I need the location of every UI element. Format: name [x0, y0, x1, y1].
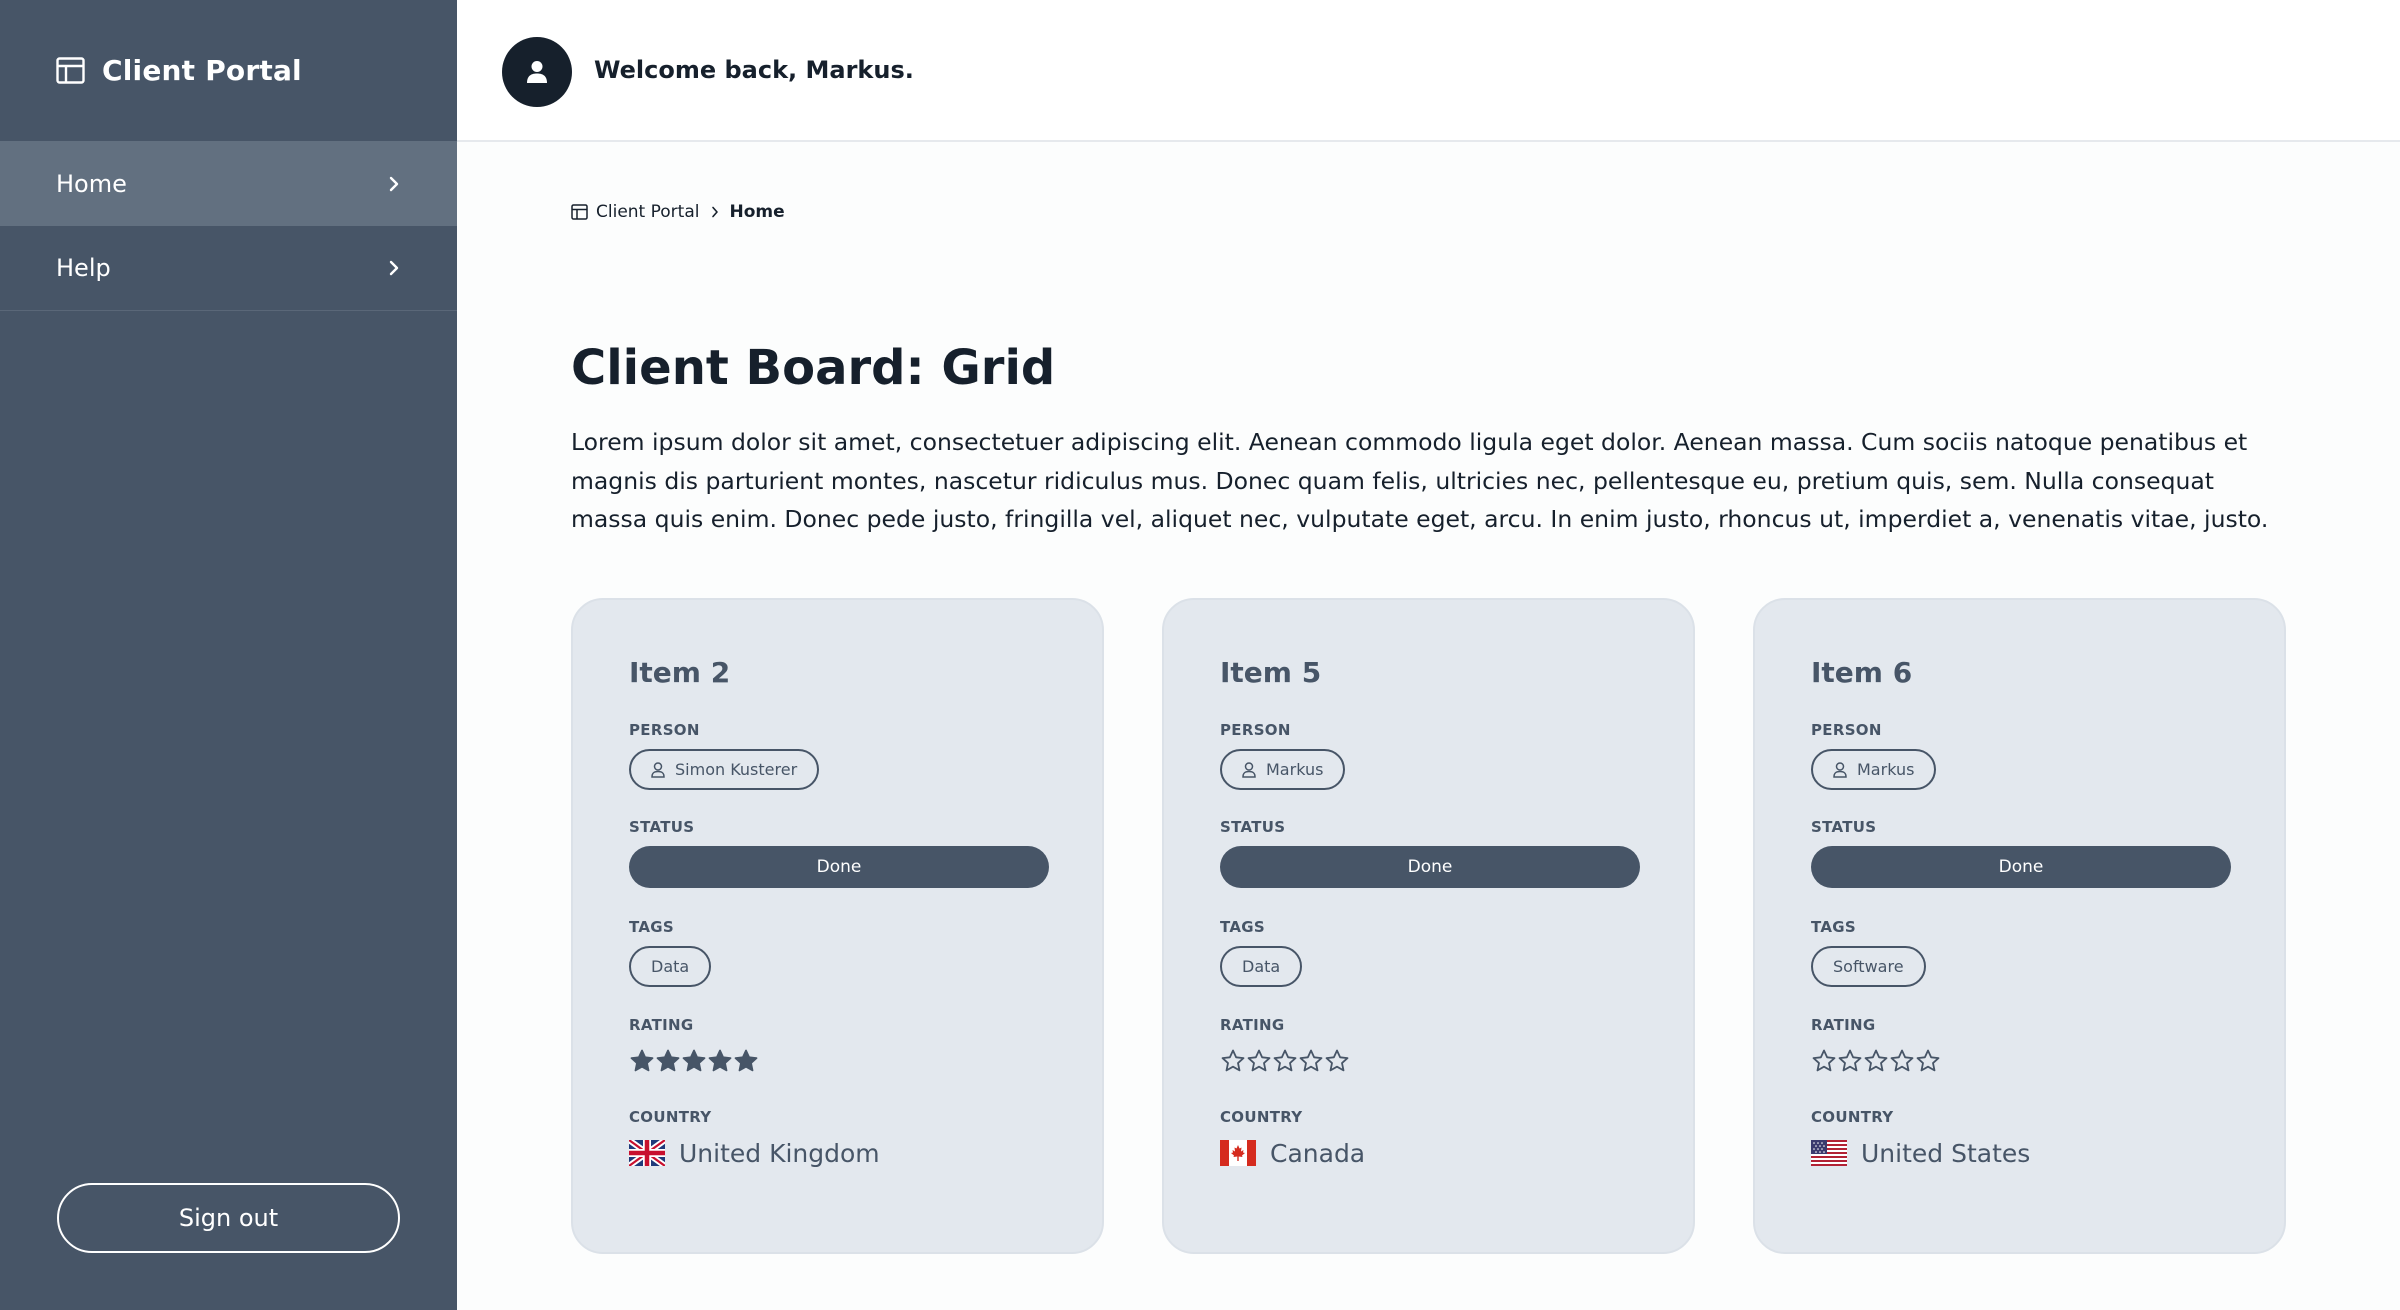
- sign-out-button[interactable]: Sign out: [57, 1183, 400, 1253]
- star-filled-icon[interactable]: [681, 1048, 707, 1074]
- person-label: PERSON: [629, 721, 700, 739]
- star-outline-icon[interactable]: [1298, 1048, 1324, 1074]
- star-outline-icon[interactable]: [1324, 1048, 1350, 1074]
- country-value: Canada: [1220, 1138, 1637, 1168]
- star-outline-icon[interactable]: [1889, 1048, 1915, 1074]
- breadcrumb-current: Home: [729, 202, 785, 222]
- star-filled-icon[interactable]: [733, 1048, 759, 1074]
- card-title: Item 2: [629, 656, 731, 689]
- tags-label: TAGS: [1220, 918, 1265, 936]
- top-header: Welcome back, Markus.: [457, 0, 2400, 142]
- item-card[interactable]: Item 2 PERSON Simon Kusterer STATUS Done…: [571, 598, 1104, 1254]
- intro-text: Lorem ipsum dolor sit amet, consectetuer…: [571, 428, 2269, 533]
- card-title: Item 5: [1220, 656, 1322, 689]
- avatar[interactable]: [502, 37, 572, 107]
- rating-label: RATING: [629, 1016, 694, 1034]
- star-rating: [629, 1047, 1046, 1075]
- card-title: Item 6: [1811, 656, 1913, 689]
- sidebar-item-label: Home: [56, 169, 127, 198]
- country-name: United Kingdom: [679, 1138, 880, 1168]
- star-outline-icon[interactable]: [1837, 1048, 1863, 1074]
- status-badge: Done: [629, 846, 1049, 888]
- page-title: Client Board: Grid: [571, 340, 1056, 396]
- chevron-right-icon: [387, 257, 401, 279]
- breadcrumb: Client Portal Home: [571, 202, 785, 222]
- tag-chip[interactable]: Software: [1811, 946, 1926, 987]
- country-label: COUNTRY: [1811, 1108, 1894, 1126]
- rating-label: RATING: [1220, 1016, 1285, 1034]
- card-grid: Item 2 PERSON Simon Kusterer STATUS Done…: [571, 598, 2286, 1254]
- star-outline-icon[interactable]: [1272, 1048, 1298, 1074]
- person-icon: [1833, 761, 1847, 778]
- layout-icon: [571, 204, 588, 220]
- star-outline-icon[interactable]: [1863, 1048, 1889, 1074]
- tag-chip[interactable]: Data: [629, 946, 712, 987]
- star-outline-icon[interactable]: [1220, 1048, 1246, 1074]
- person-label: PERSON: [1220, 721, 1291, 739]
- brand-title: Client Portal: [102, 53, 302, 87]
- status-label: STATUS: [1220, 818, 1286, 836]
- sidebar-item-label: Help: [56, 254, 111, 282]
- star-outline-icon[interactable]: [1246, 1048, 1272, 1074]
- country-label: COUNTRY: [629, 1108, 712, 1126]
- uk-flag-icon: [629, 1140, 665, 1166]
- person-name: Simon Kusterer: [675, 760, 798, 779]
- person-chip[interactable]: Markus: [1811, 749, 1937, 790]
- country-name: Canada: [1270, 1138, 1366, 1168]
- star-rating: [1220, 1047, 1637, 1075]
- country-value: United States: [1811, 1138, 2228, 1168]
- sidebar: Client Portal Home Help Sign out: [0, 0, 457, 1310]
- star-filled-icon[interactable]: [707, 1048, 733, 1074]
- person-name: Markus: [1266, 760, 1324, 779]
- us-flag-icon: [1811, 1140, 1847, 1166]
- country-value: United Kingdom: [629, 1138, 1046, 1168]
- canada-flag-icon: [1220, 1140, 1256, 1166]
- status-badge: Done: [1811, 846, 2231, 888]
- chevron-right-icon: [710, 205, 720, 219]
- welcome-message: Welcome back, Markus.: [594, 56, 914, 84]
- person-chip[interactable]: Markus: [1220, 749, 1346, 790]
- star-outline-icon[interactable]: [1811, 1048, 1837, 1074]
- person-label: PERSON: [1811, 721, 1882, 739]
- person-icon: [1242, 761, 1256, 778]
- status-label: STATUS: [1811, 818, 1877, 836]
- person-icon: [651, 761, 665, 778]
- rating-label: RATING: [1811, 1016, 1876, 1034]
- user-icon: [527, 61, 547, 83]
- country-label: COUNTRY: [1220, 1108, 1303, 1126]
- star-outline-icon[interactable]: [1915, 1048, 1941, 1074]
- star-rating: [1811, 1047, 2228, 1075]
- person-chip[interactable]: Simon Kusterer: [629, 749, 820, 790]
- status-badge: Done: [1220, 846, 1640, 888]
- breadcrumb-root-link[interactable]: Client Portal: [596, 202, 699, 222]
- sidebar-item-help[interactable]: Help: [0, 226, 457, 311]
- item-card[interactable]: Item 6 PERSON Markus STATUS Done TAGS So…: [1753, 598, 2286, 1254]
- chevron-right-icon: [387, 173, 401, 195]
- tag-chip[interactable]: Data: [1220, 946, 1303, 987]
- tags-label: TAGS: [629, 918, 674, 936]
- tags-label: TAGS: [1811, 918, 1856, 936]
- sidebar-item-home[interactable]: Home: [0, 141, 457, 226]
- star-filled-icon[interactable]: [629, 1048, 655, 1074]
- layout-icon: [56, 56, 85, 84]
- item-card[interactable]: Item 5 PERSON Markus STATUS Done TAGS Da…: [1162, 598, 1695, 1254]
- brand[interactable]: Client Portal: [56, 52, 302, 88]
- sidebar-nav: Home Help: [0, 141, 457, 311]
- person-name: Markus: [1857, 760, 1915, 779]
- status-label: STATUS: [629, 818, 695, 836]
- country-name: United States: [1861, 1138, 2031, 1168]
- star-filled-icon[interactable]: [655, 1048, 681, 1074]
